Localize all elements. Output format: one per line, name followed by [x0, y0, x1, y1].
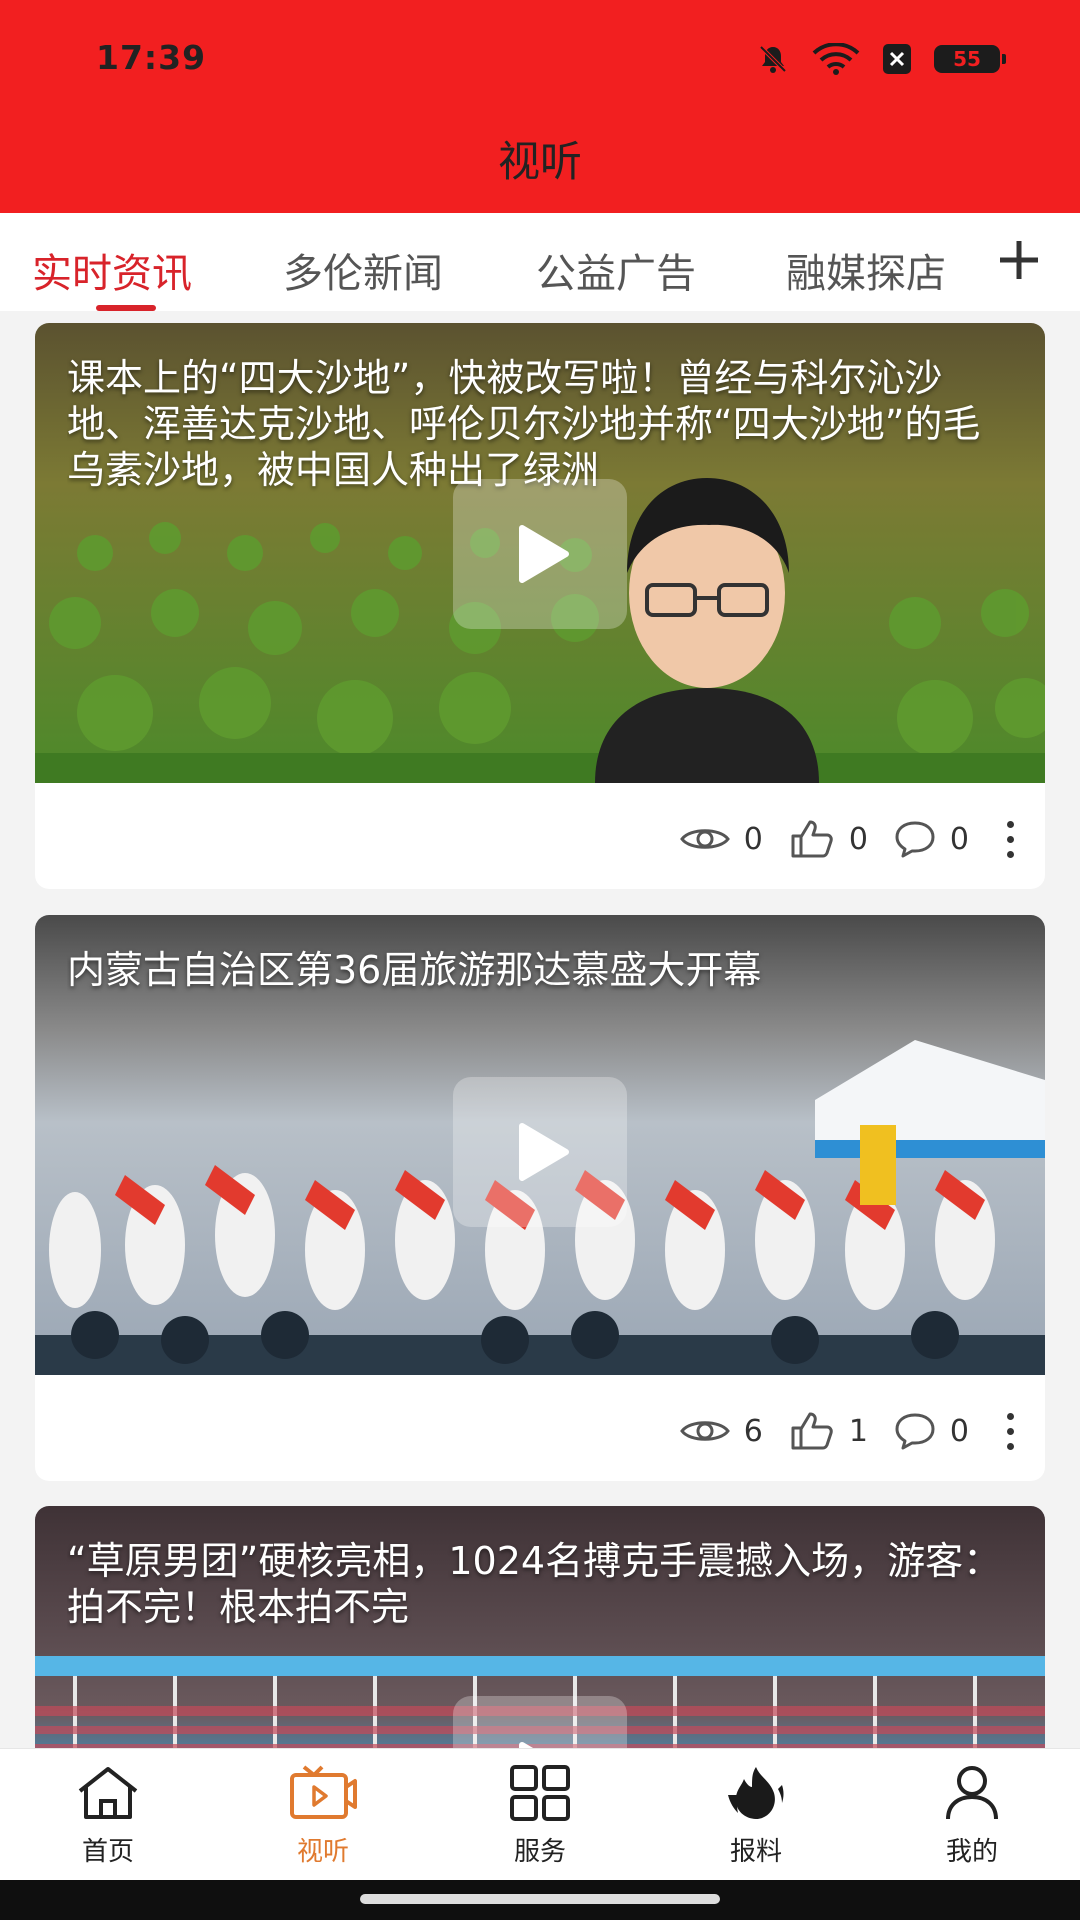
nav-home-label: 首页 [81, 1837, 134, 1867]
comment-count-value: 0 [949, 821, 969, 857]
nav-home[interactable]: 首页 [38, 1765, 178, 1868]
video-thumbnail[interactable]: 课本上的“四大沙地”，快被改写啦！曾经与科尔沁沙地、浑善达克沙地、呼伦贝尔沙地并… [35, 323, 1045, 783]
stats-row: 6 1 0 [654, 1411, 1015, 1451]
tab-duolun-news[interactable]: 多伦新闻 [283, 241, 443, 299]
user-icon [946, 1766, 998, 1820]
tab-media-store-visit[interactable]: 融媒探店 [786, 241, 946, 291]
video-title: 课本上的“四大沙地”，快被改写啦！曾经与科尔沁沙地、浑善达克沙地、呼伦贝尔沙地并… [67, 356, 981, 492]
tab-realtime-news[interactable]: 实时资讯 [32, 241, 192, 299]
video-thumbnail[interactable]: “草原男团”硬核亮相，1024名搏克手震撼入场，游客：拍不完！根本拍不完 [35, 1506, 1045, 1766]
view-count-value: 6 [743, 1413, 763, 1449]
tab-public-ads[interactable]: 公益广告 [536, 241, 696, 299]
home-gesture-bar[interactable] [360, 1894, 720, 1904]
video-card[interactable]: 内蒙古自治区第36届旅游那达慕盛大开幕 6 1 0 [35, 915, 1045, 1481]
nav-report-label: 报料 [729, 1837, 782, 1867]
battery-indicator: 55 [934, 45, 1006, 73]
app-screen: 17:39 55 视听 实时资讯 多伦新闻 公益广告 融媒探店 课本上的“四大沙… [0, 0, 1080, 1920]
nav-report[interactable]: 报料 [686, 1765, 826, 1868]
tab-clip: 融媒探店 [786, 241, 962, 291]
system-navigation-bar [0, 1880, 1080, 1920]
play-button[interactable] [453, 479, 627, 629]
status-time: 17:39 [96, 38, 207, 77]
view-count: 6 [679, 1413, 763, 1449]
stats-row: 0 0 0 [654, 819, 1015, 859]
like-count[interactable]: 0 [789, 819, 868, 859]
comment-count-value: 0 [949, 1413, 969, 1449]
comment-icon [895, 1413, 935, 1450]
video-card[interactable]: 课本上的“四大沙地”，快被改写啦！曾经与科尔沁沙地、浑善达克沙地、呼伦贝尔沙地并… [35, 323, 1045, 889]
nav-profile[interactable]: 我的 [902, 1765, 1042, 1868]
comment-icon [895, 821, 935, 858]
like-count-value: 1 [848, 1413, 868, 1449]
thumbs-up-icon [791, 1412, 833, 1450]
like-count[interactable]: 1 [789, 1411, 868, 1451]
video-title: “草原男团”硬核亮相，1024名搏克手震撼入场，游客：拍不完！根本拍不完 [67, 1539, 1002, 1629]
comment-count[interactable]: 0 [894, 1412, 969, 1450]
bottom-navigation: 首页 视听 服务 报料 我的 [0, 1748, 1080, 1880]
fire-icon [728, 1767, 784, 1819]
like-count-value: 0 [848, 821, 868, 857]
video-thumbnail[interactable]: 内蒙古自治区第36届旅游那达慕盛大开幕 [35, 915, 1045, 1375]
nav-services-label: 服务 [513, 1837, 566, 1867]
grid-icon [510, 1765, 570, 1821]
video-title: 内蒙古自治区第36届旅游那达慕盛大开幕 [67, 948, 762, 992]
play-button[interactable] [453, 1077, 627, 1227]
eye-icon [679, 829, 730, 849]
view-count: 0 [679, 821, 763, 857]
view-count-value: 0 [743, 821, 763, 857]
more-options-icon[interactable] [1005, 820, 1015, 858]
nav-services[interactable]: 服务 [470, 1765, 610, 1868]
wifi-icon [812, 43, 860, 75]
page-title: 视听 [497, 137, 582, 186]
video-stats: 6 1 0 [35, 1375, 1045, 1481]
add-channel-icon[interactable] [994, 235, 1044, 285]
active-tab-indicator [96, 305, 156, 311]
video-stats: 0 0 0 [35, 783, 1045, 889]
thumbs-up-icon [791, 820, 833, 858]
more-options-icon[interactable] [1005, 1412, 1015, 1450]
play-icon [519, 1123, 569, 1181]
sim-blocked-icon [883, 44, 911, 74]
nav-profile-label: 我的 [945, 1837, 998, 1867]
video-card[interactable]: “草原男团”硬核亮相，1024名搏克手震撼入场，游客：拍不完！根本拍不完 [35, 1506, 1045, 1766]
eye-icon [679, 1421, 730, 1441]
nav-audio-video-label: 视听 [296, 1837, 349, 1867]
tv-play-icon [290, 1765, 357, 1819]
status-icons: 55 [756, 42, 1006, 76]
comment-count[interactable]: 0 [894, 820, 969, 858]
channel-tabs: 实时资讯 多伦新闻 公益广告 融媒探店 [0, 213, 1080, 311]
mute-bell-icon [759, 45, 787, 73]
header: 17:39 55 视听 [0, 0, 1080, 213]
home-icon [78, 1767, 138, 1819]
play-icon [519, 525, 569, 583]
nav-audio-video[interactable]: 视听 [253, 1765, 393, 1868]
